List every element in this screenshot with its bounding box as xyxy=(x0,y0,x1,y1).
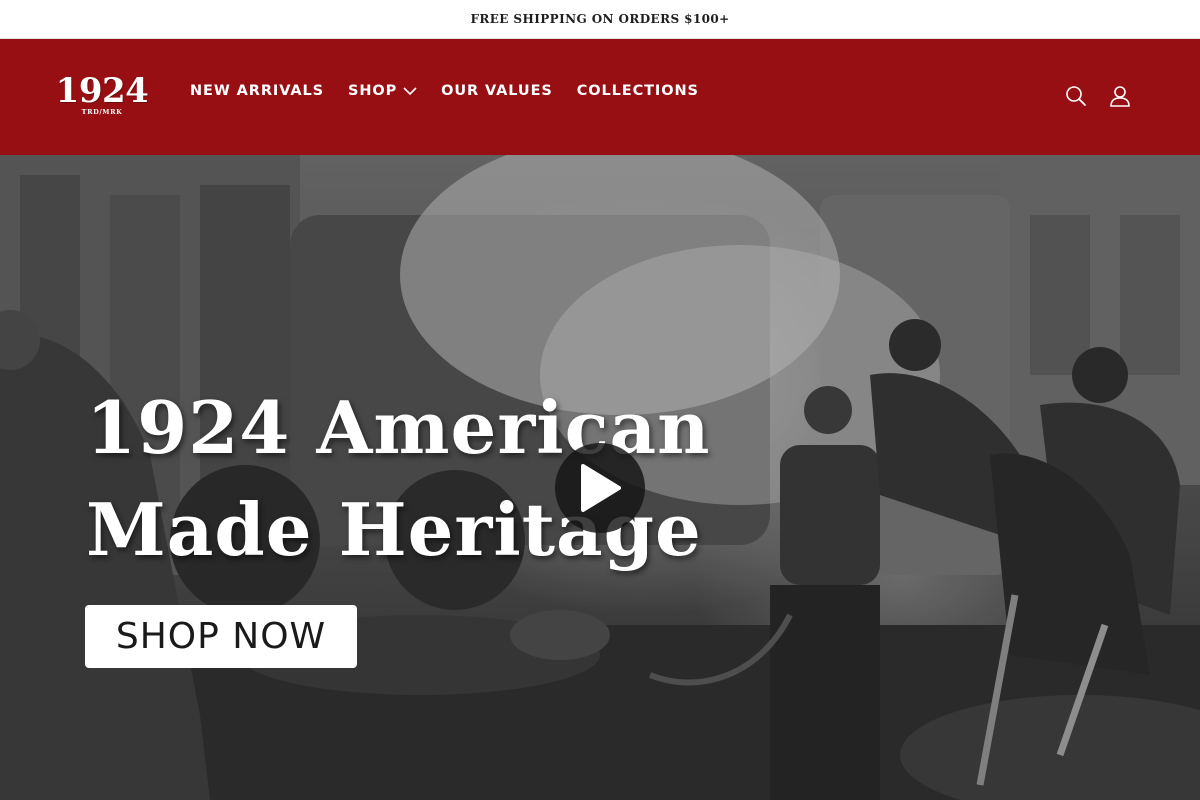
brand-logo[interactable]: 1924 TRD/MRK xyxy=(52,73,152,121)
nav-item-label: SHOP xyxy=(347,83,398,99)
search-icon[interactable] xyxy=(1065,85,1087,107)
nav-item-shop[interactable]: SHOP xyxy=(348,80,417,102)
nav-item-new-arrivals[interactable]: NEW ARRIVALS xyxy=(190,80,324,102)
nav-item-collections[interactable]: COLLECTIONS xyxy=(577,80,699,102)
hero-banner: 1924 American Made Heritage SHOP NOW xyxy=(0,155,1200,800)
nav-item-label: COLLECTIONS xyxy=(576,83,699,99)
play-video-button[interactable] xyxy=(555,443,645,533)
site-header: 1924 TRD/MRK NEW ARRIVALS SHOP OUR VALUE… xyxy=(0,39,1200,155)
shop-now-button[interactable]: SHOP NOW xyxy=(85,605,357,668)
main-nav: NEW ARRIVALS SHOP OUR VALUES COLLECTIONS xyxy=(190,80,723,102)
logo-number: 1924 xyxy=(55,71,149,111)
announcement-bar: FREE SHIPPING ON ORDERS $100+ xyxy=(0,0,1200,39)
nav-item-label: OUR VALUES xyxy=(441,83,553,99)
nav-item-label: NEW ARRIVALS xyxy=(190,83,324,99)
chevron-down-icon xyxy=(403,87,417,96)
account-icon[interactable] xyxy=(1109,85,1131,107)
nav-item-our-values[interactable]: OUR VALUES xyxy=(441,80,553,102)
announcement-text: FREE SHIPPING ON ORDERS $100+ xyxy=(470,12,730,26)
play-icon xyxy=(581,464,621,512)
